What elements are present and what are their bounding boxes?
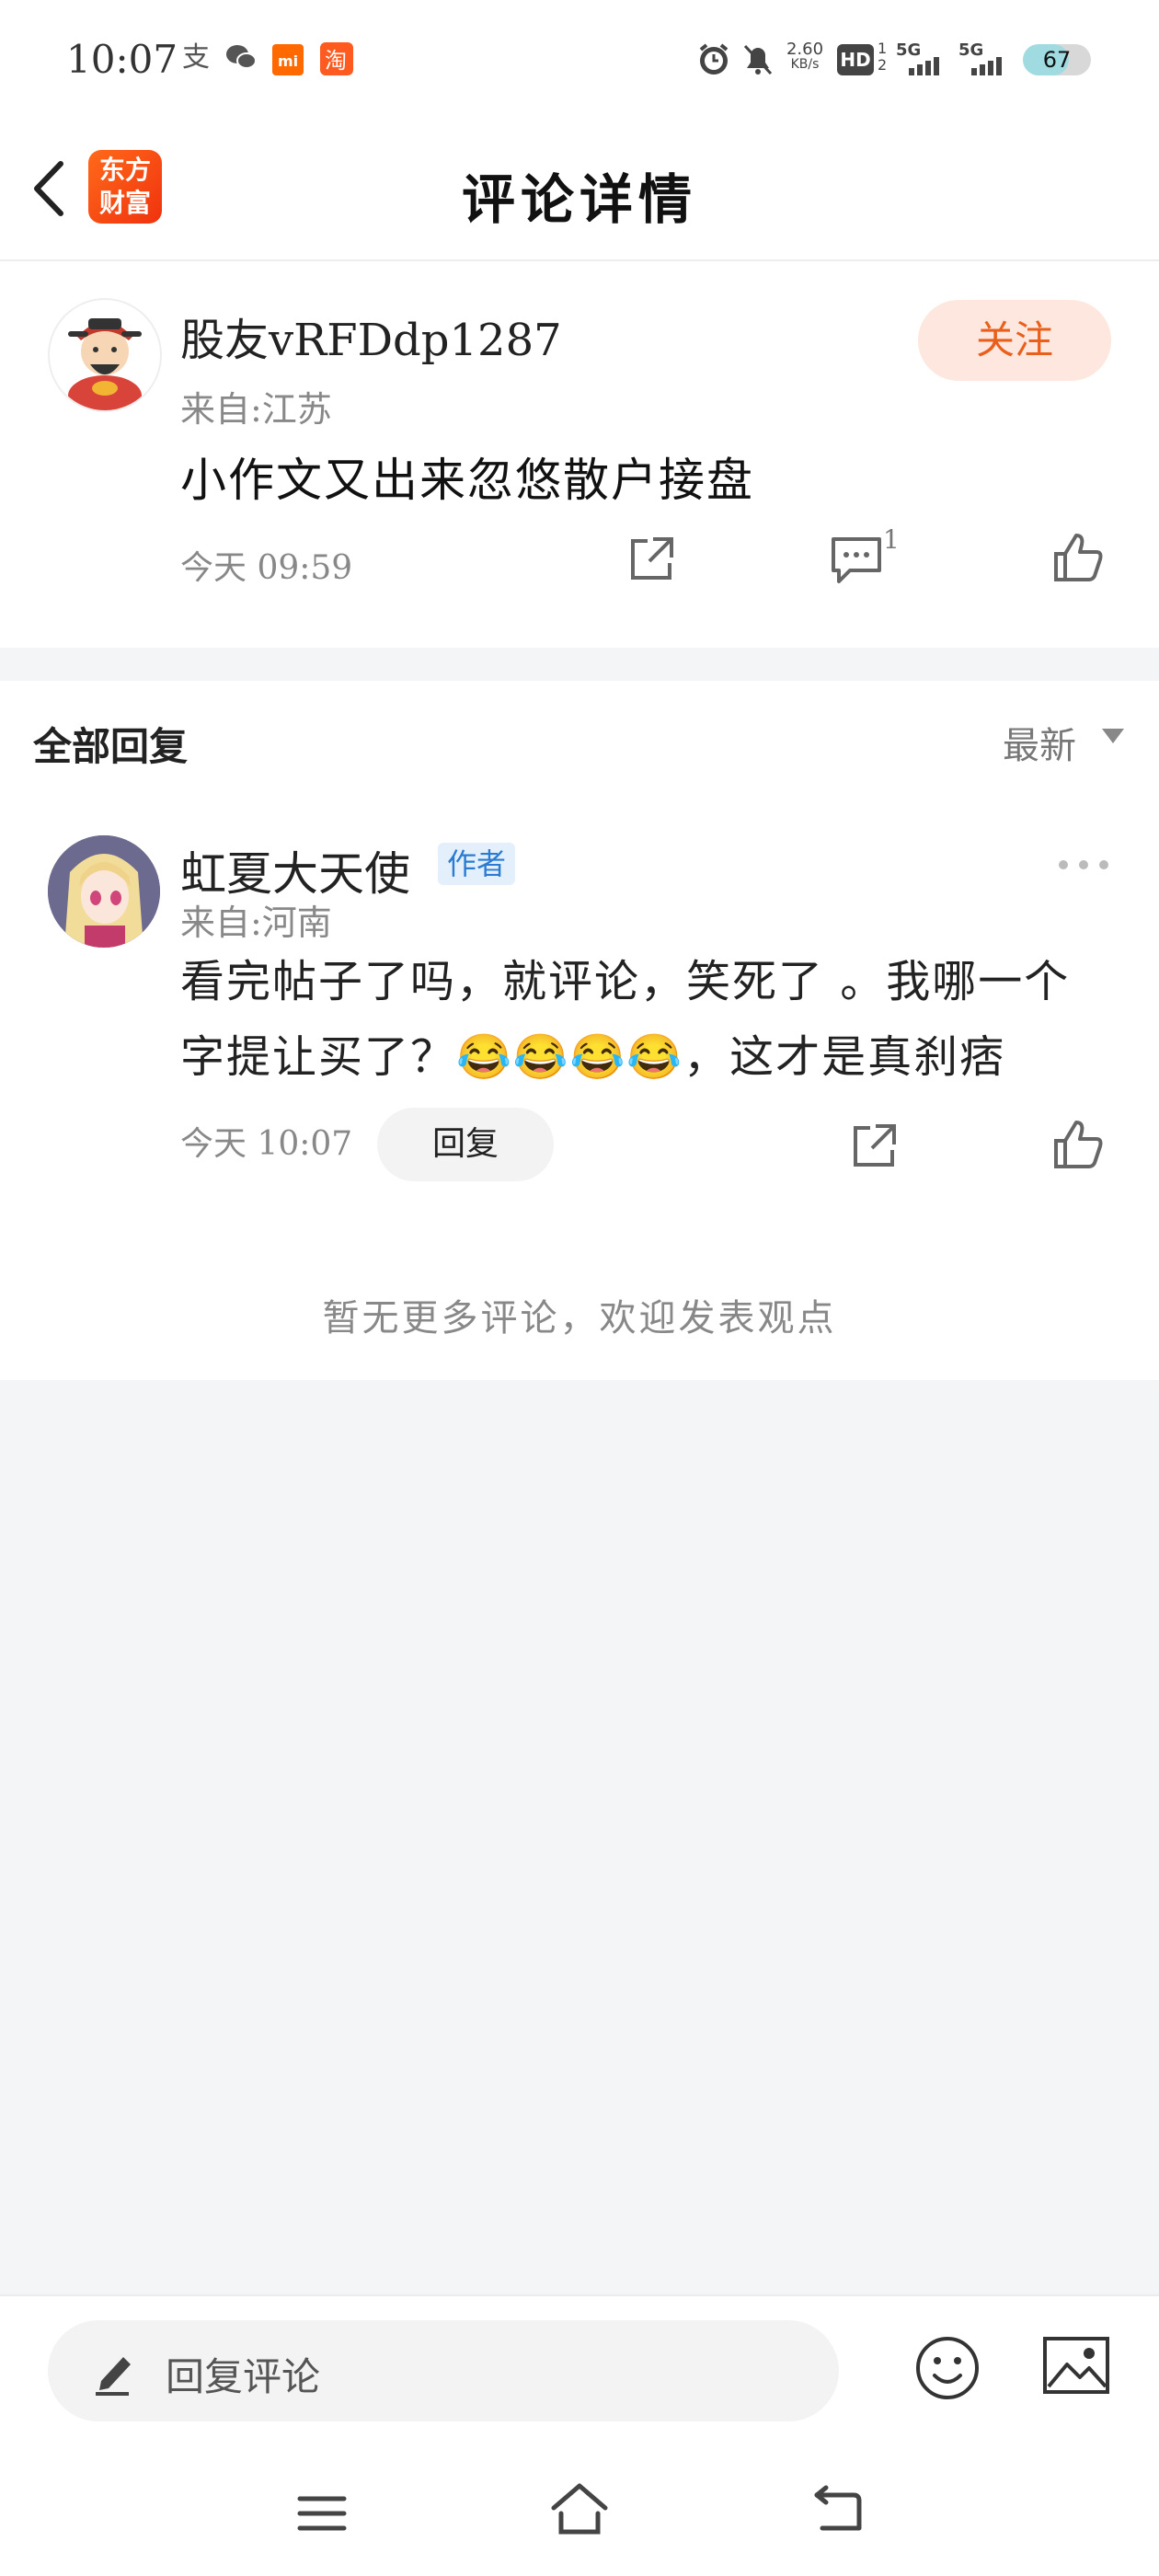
comment-icon[interactable]	[828, 532, 887, 587]
page-title: 评论详情	[461, 168, 697, 231]
mute-icon	[740, 40, 776, 81]
replies-title: 全部回复	[33, 724, 189, 769]
main-comment-card: 股友vRFDdp1287 关注 来自:江苏 小作文又出来忽悠散户接盘 今天 09…	[0, 261, 1159, 648]
hd-icon: HD	[837, 44, 874, 75]
speed-value: 2.60	[786, 40, 824, 59]
svg-text:mi: mi	[278, 52, 298, 70]
location: 来自:江苏	[180, 389, 332, 430]
speed-unit: KB/s	[790, 57, 820, 72]
reply-input[interactable]: 回复评论	[48, 2320, 839, 2421]
thumbs-up-icon[interactable]	[1050, 1117, 1106, 1172]
reply-time: 今天 10:07	[180, 1125, 353, 1163]
comment-count: 1	[883, 524, 900, 555]
home-icon[interactable]	[548, 2480, 611, 2541]
header: 东方 财富 评论详情	[0, 120, 1159, 261]
caret-down-icon[interactable]	[1102, 729, 1124, 743]
no-more-comments: 暂无更多评论，欢迎发表观点	[322, 1297, 837, 1340]
signal-icon-2: 5G	[958, 39, 1014, 83]
share-icon[interactable]	[846, 1119, 901, 1174]
author-badge: 作者	[438, 843, 516, 885]
share-icon[interactable]	[624, 532, 679, 587]
username[interactable]: 股友vRFDdp1287	[180, 304, 562, 368]
battery-level: 67	[1042, 47, 1072, 73]
thumbs-up-icon[interactable]	[1050, 530, 1106, 585]
network-2-label: 5G	[958, 40, 983, 60]
menu-icon[interactable]	[294, 2486, 350, 2541]
battery-icon: 67	[1023, 44, 1091, 75]
sim-indicator: 12	[878, 40, 888, 74]
avatar[interactable]	[48, 298, 162, 412]
emoji-icon[interactable]	[912, 2333, 982, 2403]
network-1-label: 5G	[896, 40, 921, 60]
reply-location: 来自:河南	[180, 903, 332, 943]
follow-button[interactable]: 关注	[918, 300, 1111, 381]
taobao-icon: 淘	[320, 42, 353, 75]
reply-content: 看完帖子了吗，就评论，笑死了 。我哪一个字提让买了？😂😂😂😂，这才是真刹痞	[180, 956, 1071, 1083]
wechat-icon	[224, 42, 258, 79]
alarm-icon	[695, 40, 732, 81]
svg-text:支: 支	[182, 41, 210, 72]
svg-text:淘: 淘	[325, 48, 347, 74]
status-time: 10:07	[66, 37, 178, 82]
input-placeholder: 回复评论	[166, 2354, 321, 2399]
avatar[interactable]	[48, 835, 160, 948]
pencil-icon	[90, 2344, 140, 2398]
replies-header: 全部回复 最新	[0, 681, 1159, 799]
reply-button[interactable]: 回复	[377, 1108, 554, 1181]
reply-card: 虹夏大天使 作者 来自:河南 看完帖子了吗，就评论，笑死了 。我哪一个字提让买了…	[0, 797, 1159, 1380]
network-speed: 2.60 KB/s	[784, 40, 826, 73]
image-icon[interactable]	[1041, 2335, 1111, 2396]
more-icon[interactable]	[1056, 857, 1111, 870]
back-icon[interactable]	[809, 2482, 865, 2539]
comment-time: 今天 09:59	[180, 549, 353, 587]
signal-icon: 5G	[896, 39, 951, 83]
mi-icon: mi	[272, 44, 304, 75]
system-nav-bar	[0, 2453, 1159, 2576]
bottom-input-bar: 回复评论	[0, 2294, 1159, 2455]
alipay-icon: 支	[180, 40, 212, 79]
status-bar: 10:07 支 mi 淘 2.60 KB/s HD 12 5G 5G 67	[0, 0, 1159, 120]
comment-content: 小作文又出来忽悠散户接盘	[180, 454, 754, 507]
sort-dropdown[interactable]: 最新	[1003, 716, 1076, 769]
